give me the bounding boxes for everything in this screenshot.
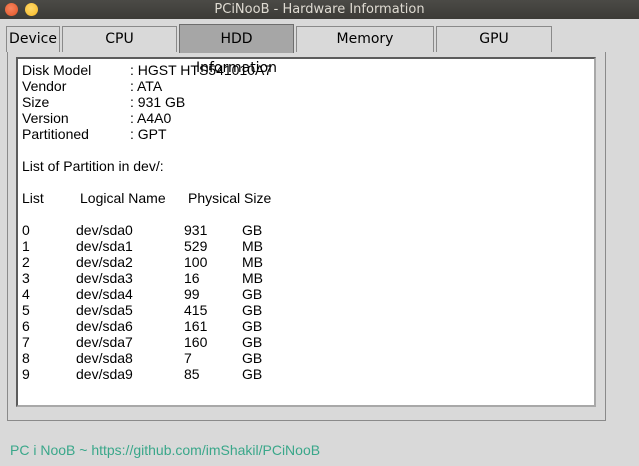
partition-size-cell: 415	[184, 302, 208, 318]
partition-size-cell: 161	[184, 318, 208, 334]
column-header-list: List	[22, 190, 44, 206]
tab-memory-information[interactable]: Memory Information	[296, 26, 434, 72]
partition-name-cell: dev/sda6	[76, 318, 133, 334]
partition-list-heading: List of Partition in dev/:	[22, 158, 164, 174]
partition-size-cell: 99	[184, 286, 200, 302]
column-header-logical-name: Logical Name	[80, 190, 166, 206]
minimize-window-button[interactable]	[25, 3, 38, 16]
partition-list-cell: 3	[22, 270, 30, 286]
partition-list-cell: 5	[22, 302, 30, 318]
partition-unit-cell: GB	[242, 318, 263, 334]
partition-list-cell: 2	[22, 254, 30, 270]
partition-unit-cell: GB	[242, 334, 263, 350]
partition-size-cell: 16	[184, 270, 200, 286]
partition-name-cell: dev/sda1	[76, 238, 133, 254]
partition-list-cell: 6	[22, 318, 30, 334]
field-label-partitioned: Partitioned	[22, 126, 89, 142]
partition-size-cell: 7	[184, 350, 192, 366]
partition-name-cell: dev/sda7	[76, 334, 133, 350]
field-value-vendor: : ATA	[130, 78, 163, 94]
partition-unit-cell: GB	[242, 366, 263, 382]
partition-list-cell: 0	[22, 222, 30, 238]
partition-size-cell: 85	[184, 366, 200, 382]
field-label-size: Size	[22, 94, 50, 110]
tab-gpu-information[interactable]: GPU Information	[436, 26, 552, 72]
window-title: PCiNooB - Hardware Information	[214, 2, 425, 17]
partition-unit-cell: GB	[242, 350, 263, 366]
field-label-disk-model: Disk Model	[22, 62, 92, 78]
partition-list-cell: 1	[22, 238, 30, 254]
partition-unit-cell: MB	[242, 270, 263, 286]
close-window-button[interactable]	[5, 3, 18, 16]
field-value-version: : A4A0	[130, 110, 172, 126]
partition-size-cell: 100	[184, 254, 208, 270]
partition-name-cell: dev/sda0	[76, 222, 133, 238]
tab-device[interactable]: Device	[6, 26, 60, 52]
partition-unit-cell: GB	[242, 286, 263, 302]
partition-name-cell: dev/sda9	[76, 366, 133, 382]
partition-unit-cell: MB	[242, 238, 263, 254]
field-label-vendor: Vendor	[22, 78, 67, 94]
tab-hdd-information[interactable]: HDD Information	[179, 24, 294, 76]
partition-size-cell: 529	[184, 238, 208, 254]
partition-list-cell: 7	[22, 334, 30, 350]
partition-list-cell: 8	[22, 350, 30, 366]
partition-name-cell: dev/sda3	[76, 270, 133, 286]
partition-size-cell: 160	[184, 334, 208, 350]
partition-name-cell: dev/sda5	[76, 302, 133, 318]
field-value-partitioned: : GPT	[130, 126, 167, 142]
field-value-size: : 931 GB	[130, 94, 186, 110]
partition-unit-cell: GB	[242, 222, 263, 238]
partition-unit-cell: GB	[242, 302, 263, 318]
partition-unit-cell: MB	[242, 254, 263, 270]
partition-name-cell: dev/sda4	[76, 286, 133, 302]
partition-list-cell: 4	[22, 286, 30, 302]
column-header-physical-size: Physical Size	[188, 190, 272, 206]
partition-name-cell: dev/sda8	[76, 350, 133, 366]
hdd-info-text-area[interactable]: Disk Model : HGST HTS541010A7 Vendor : A…	[16, 57, 596, 407]
partition-list-cell: 9	[22, 366, 30, 382]
tab-bar: Device CPU Information HDD Information M…	[0, 24, 639, 76]
partition-name-cell: dev/sda2	[76, 254, 133, 270]
partition-size-cell: 931	[184, 222, 208, 238]
footer-credit[interactable]: PC i NooB ~ https://github.com/imShakil/…	[10, 442, 320, 458]
tab-cpu-information[interactable]: CPU Information	[62, 26, 177, 72]
field-label-version: Version	[22, 110, 69, 126]
window-titlebar: PCiNooB - Hardware Information	[0, 0, 639, 19]
